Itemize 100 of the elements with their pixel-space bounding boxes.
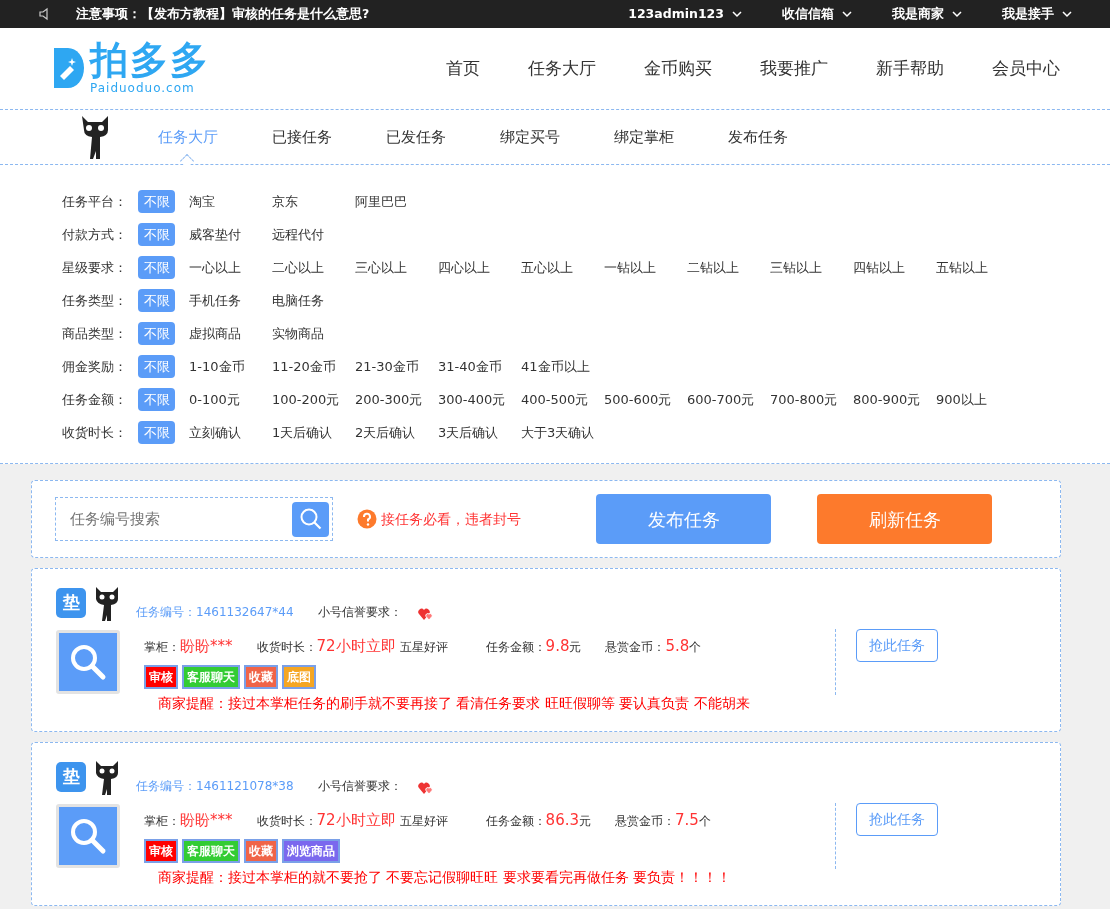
filter-option[interactable]: 1-10金币 bbox=[189, 356, 272, 377]
reward-unit: 个 bbox=[689, 638, 702, 656]
notice-label: 注意事项： bbox=[76, 4, 141, 23]
filter-option[interactable]: 三心以上 bbox=[355, 257, 438, 278]
filter-option[interactable]: 21-30金币 bbox=[355, 356, 438, 377]
top-menu[interactable]: 123admin123 bbox=[628, 4, 742, 24]
top-menu[interactable]: 我是商家 bbox=[892, 4, 962, 24]
filter-option[interactable]: 立刻确认 bbox=[189, 422, 272, 443]
sub-nav-tab[interactable]: 发布任务 bbox=[728, 121, 842, 153]
caret-icon bbox=[732, 10, 742, 18]
time-value: 72小时立即 bbox=[316, 635, 396, 657]
filter-option[interactable]: 3天后确认 bbox=[438, 422, 521, 443]
filter-option[interactable]: 11-20金币 bbox=[272, 356, 355, 377]
reward-label: 悬赏金币： bbox=[615, 812, 675, 830]
notice-link[interactable]: 【发布方教程】审核的任务是什么意思? bbox=[141, 4, 370, 24]
filter-option[interactable]: 实物商品 bbox=[272, 323, 355, 344]
nav-link[interactable]: 金币购买 bbox=[644, 55, 712, 82]
filter-label: 收货时长： bbox=[62, 423, 128, 442]
search-icon bbox=[68, 642, 108, 682]
sub-nav-tab[interactable]: 绑定买号 bbox=[500, 121, 614, 153]
cat-mascot-icon bbox=[80, 114, 110, 160]
filter-option[interactable]: 大于3天确认 bbox=[521, 422, 604, 443]
filter-option[interactable]: 41金币以上 bbox=[521, 356, 604, 377]
task-id: 任务编号：1461121078*38 bbox=[136, 778, 294, 795]
filter-option[interactable]: 700-800元 bbox=[770, 389, 853, 410]
platform-badge: 垫 bbox=[56, 762, 86, 792]
review-text: 五星好评 bbox=[399, 638, 448, 656]
filter-option[interactable]: 阿里巴巴 bbox=[355, 191, 438, 212]
task-tag: 审核 bbox=[144, 665, 178, 690]
sub-nav-tab[interactable]: 已接任务 bbox=[272, 121, 386, 153]
sub-nav-tab[interactable]: 已发任务 bbox=[386, 121, 500, 153]
filter-option[interactable]: 600-700元 bbox=[687, 389, 770, 410]
nav-link[interactable]: 会员中心 bbox=[992, 55, 1060, 82]
help-icon bbox=[357, 509, 377, 529]
task-tag: 审核 bbox=[144, 839, 178, 864]
task-tag: 收藏 bbox=[244, 665, 278, 690]
amount-label: 任务金额： bbox=[485, 638, 546, 656]
hearts-icon bbox=[417, 607, 434, 621]
nav-link[interactable]: 新手帮助 bbox=[876, 55, 944, 82]
reward-value: 7.5 bbox=[675, 809, 699, 831]
time-label: 收货时长： bbox=[256, 638, 317, 656]
filter-option[interactable]: 2天后确认 bbox=[355, 422, 438, 443]
filter-option[interactable]: 一钻以上 bbox=[604, 257, 687, 278]
filter-option[interactable]: 200-300元 bbox=[355, 389, 438, 410]
merchant-reminder: 商家提醒：接过本掌柜任务的刷手就不要再接了 看清任务要求 旺旺假聊等 要认真负责 不能胡来 bbox=[158, 694, 751, 713]
warning-text: 接任务必看，违者封号 bbox=[381, 509, 521, 529]
filter-label: 商品类型： bbox=[62, 324, 128, 343]
filter-option[interactable]: 四钻以上 bbox=[853, 257, 936, 278]
sub-nav-tab[interactable]: 绑定掌柜 bbox=[614, 121, 728, 153]
filter-option[interactable]: 400-500元 bbox=[521, 389, 604, 410]
filter-option[interactable]: 二心以上 bbox=[272, 257, 355, 278]
time-value: 72小时立即 bbox=[316, 809, 396, 831]
search-button[interactable] bbox=[292, 501, 329, 537]
filter-option[interactable]: 300-400元 bbox=[438, 389, 521, 410]
filter-option[interactable]: 100-200元 bbox=[272, 389, 355, 410]
filter-label: 佣金奖励： bbox=[62, 357, 128, 376]
filter-option[interactable]: 0-100元 bbox=[189, 389, 272, 410]
platform-badge: 垫 bbox=[56, 588, 86, 618]
top-menu[interactable]: 我是接手 bbox=[1002, 4, 1072, 24]
filter-option[interactable]: 远程代付 bbox=[272, 224, 355, 245]
nav-link[interactable]: 任务大厅 bbox=[528, 55, 596, 82]
filter-option[interactable]: 京东 bbox=[272, 191, 355, 212]
shop-label: 掌柜： bbox=[144, 638, 180, 656]
nav-link[interactable]: 首页 bbox=[446, 55, 480, 82]
shop-label: 掌柜： bbox=[144, 812, 180, 830]
filter-option[interactable]: 二钻以上 bbox=[687, 257, 770, 278]
filter-option[interactable]: 电脑任务 bbox=[272, 290, 355, 311]
credit-label: 小号信誉要求： bbox=[317, 604, 402, 621]
filter-option[interactable]: 800-900元 bbox=[853, 389, 936, 410]
filter-option[interactable]: 五心以上 bbox=[521, 257, 604, 278]
shop-value: 盼盼*** bbox=[180, 635, 233, 657]
amount-value: 9.8 bbox=[545, 635, 570, 657]
caret-icon bbox=[952, 10, 962, 18]
time-label: 收货时长： bbox=[256, 812, 317, 830]
filter-label: 星级要求： bbox=[62, 258, 128, 277]
filter-option[interactable]: 1天后确认 bbox=[272, 422, 355, 443]
filter-option[interactable]: 四心以上 bbox=[438, 257, 521, 278]
filter-label: 任务类型： bbox=[62, 291, 128, 310]
search-icon bbox=[68, 816, 108, 856]
task-tag: 底图 bbox=[282, 665, 316, 690]
filter-label: 任务金额： bbox=[62, 390, 128, 409]
search-bar[interactable]: 任务编号搜索 bbox=[55, 497, 333, 541]
filter-option[interactable]: 500-600元 bbox=[604, 389, 687, 410]
top-menu[interactable]: 收信信箱 bbox=[782, 4, 852, 24]
task-id: 任务编号：1461132647*44 bbox=[136, 604, 294, 621]
reward-unit: 个 bbox=[698, 812, 711, 830]
reward-label: 悬赏金币： bbox=[605, 638, 666, 656]
credit-label: 小号信誉要求： bbox=[317, 778, 402, 795]
filter-option[interactable]: 一心以上 bbox=[189, 257, 272, 278]
filter-option[interactable]: 五钻以上 bbox=[936, 257, 1019, 278]
filter-option[interactable]: 三钻以上 bbox=[770, 257, 853, 278]
filter-option[interactable]: 威客垫付 bbox=[189, 224, 272, 245]
filter-option[interactable]: 31-40金币 bbox=[438, 356, 521, 377]
filter-option[interactable]: 淘宝 bbox=[189, 191, 272, 212]
nav-link[interactable]: 我要推广 bbox=[760, 55, 828, 82]
filter-option[interactable]: 手机任务 bbox=[189, 290, 272, 311]
search-icon bbox=[298, 507, 323, 531]
merchant-reminder: 商家提醒：接过本掌柜的就不要抢了 不要忘记假聊旺旺 要求要看完再做任务 要负责！！！！ bbox=[158, 868, 733, 887]
filter-option[interactable]: 虚拟商品 bbox=[189, 323, 272, 344]
filter-option[interactable]: 900以上 bbox=[936, 389, 1019, 410]
